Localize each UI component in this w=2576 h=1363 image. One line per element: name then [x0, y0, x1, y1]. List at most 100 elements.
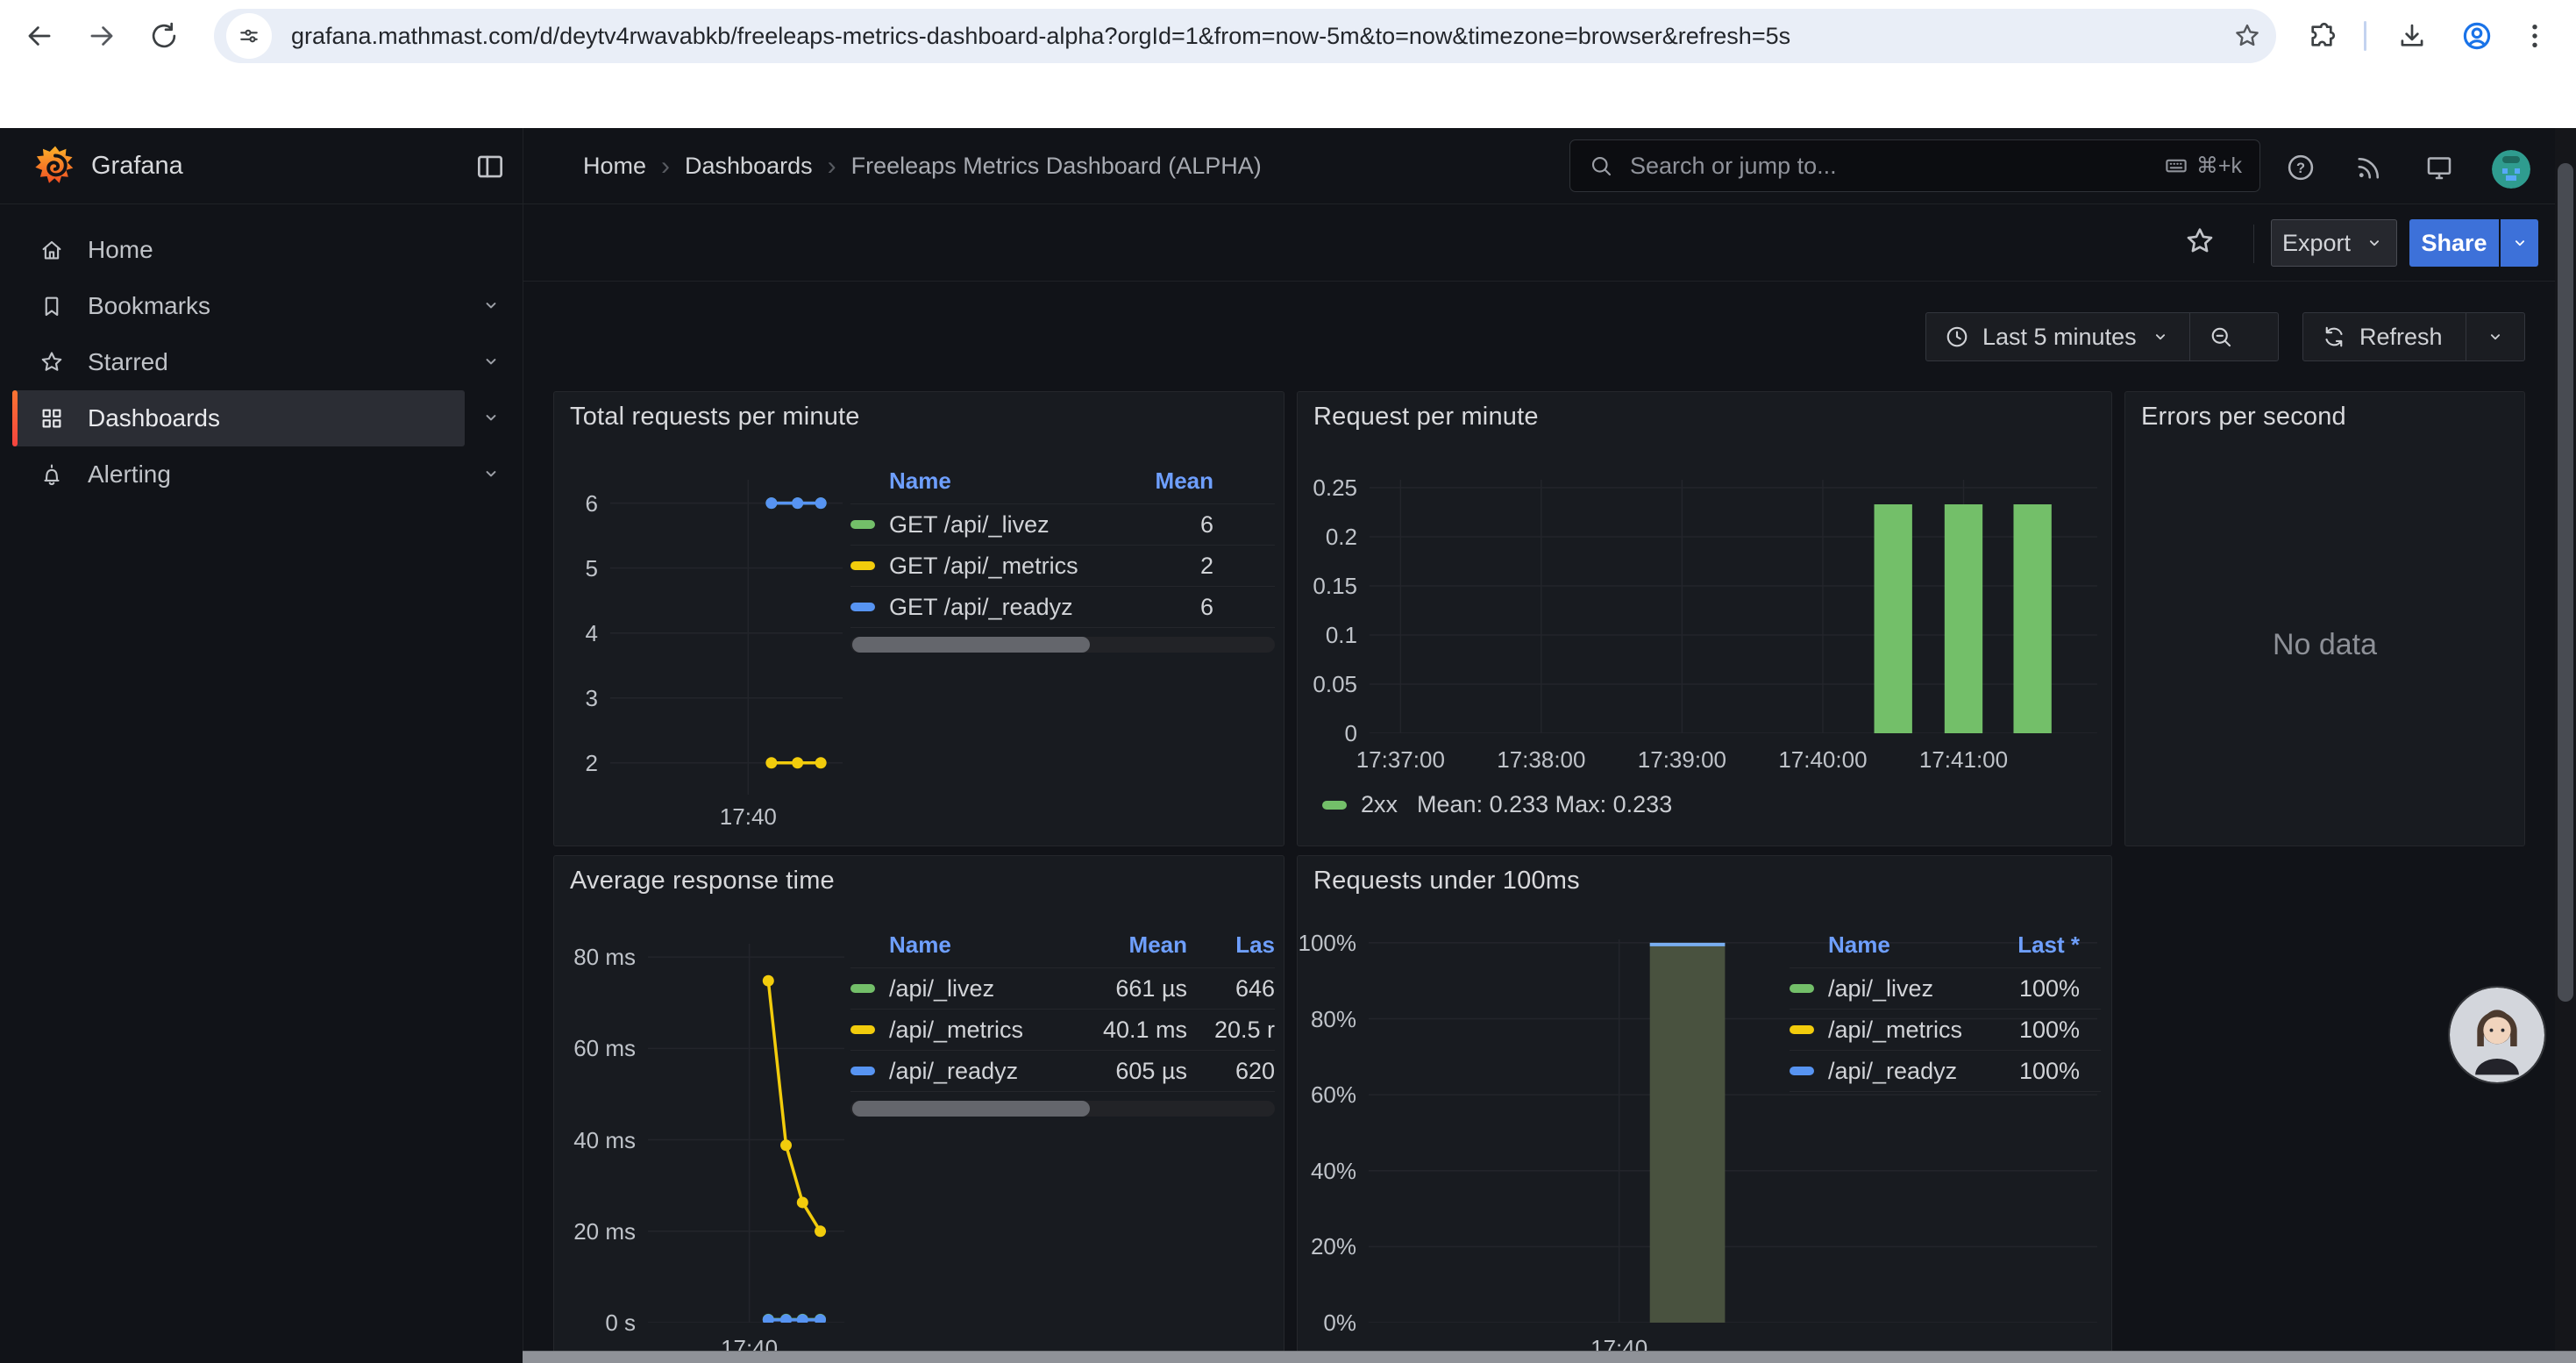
chevron-down-icon[interactable]	[479, 405, 503, 430]
breadcrumb-item[interactable]: Dashboards	[685, 153, 813, 180]
forward-icon[interactable]	[85, 19, 118, 53]
search-box[interactable]: ⌘+k	[1569, 139, 2260, 192]
download-icon[interactable]	[2395, 19, 2429, 53]
legend-scrollbar[interactable]	[850, 1101, 1275, 1117]
monitor-icon[interactable]	[2423, 152, 2455, 183]
legend-value: 620	[1187, 1058, 1275, 1085]
legend-scrollbar-thumb[interactable]	[852, 637, 1090, 653]
series-color-swatch	[1790, 984, 1814, 993]
bookmark-icon	[39, 293, 65, 319]
site-settings-icon[interactable]	[226, 13, 272, 59]
chart-plot[interactable]	[1370, 480, 2097, 733]
rss-icon[interactable]	[2353, 152, 2385, 183]
user-avatar[interactable]	[2492, 150, 2530, 189]
legend-column-last[interactable]: Last *	[1966, 931, 2080, 959]
legend-row[interactable]: GET /api/_metrics2	[850, 546, 1275, 587]
legend-value: 100%	[1966, 1017, 2080, 1044]
sidebar-item-dashboards[interactable]: Dashboards	[12, 390, 465, 446]
legend-table: NameMean GET /api/_livez6GET /api/_metric…	[850, 459, 1275, 653]
legend-column-las[interactable]: Las	[1187, 931, 1275, 959]
series-color-swatch	[850, 984, 875, 993]
legend-column-mean[interactable]: Mean	[1047, 931, 1187, 959]
breadcrumb-item[interactable]: Freeleaps Metrics Dashboard (ALPHA)	[851, 153, 1262, 180]
sidebar-item-home[interactable]: Home	[12, 222, 465, 278]
y-axis-tick: 3	[521, 684, 598, 712]
legend-series-name: /api/_readyz	[1790, 1058, 1966, 1085]
legend-row[interactable]: GET /api/_readyz6	[850, 587, 1275, 628]
legend-column-name[interactable]: Name	[850, 467, 1117, 495]
refresh-button[interactable]: Refresh	[2303, 313, 2466, 360]
legend-header: NameLast *	[1790, 923, 2101, 968]
legend-value: 2	[1117, 553, 1213, 580]
browser-toolbar: grafana.mathmast.com/d/deytv4rwavabkb/fr…	[0, 0, 2576, 72]
y-axis-tick: 0%	[1276, 1309, 1356, 1337]
apps-icon	[39, 405, 65, 432]
legend-row[interactable]: /api/_readyz605 µs620	[850, 1051, 1275, 1092]
search-input[interactable]	[1628, 152, 2163, 181]
legend-row[interactable]: /api/_metrics100%	[1790, 1010, 2101, 1051]
y-axis-tick: 0.2	[1280, 523, 1357, 551]
legend-row[interactable]: /api/_livez661 µs646	[850, 968, 1275, 1010]
refresh-label: Refresh	[2359, 324, 2443, 351]
horizontal-scrollbar[interactable]	[523, 1351, 2576, 1363]
x-axis-tick: 17:39:00	[1612, 746, 1752, 774]
grafana-logo[interactable]	[33, 145, 77, 189]
breadcrumb-item[interactable]: Home	[583, 153, 646, 180]
vertical-scrollbar-thumb[interactable]	[2558, 163, 2573, 1002]
legend-inline[interactable]: 2xxMean: 0.233 Max: 0.233	[1322, 791, 1672, 818]
legend-scrollbar[interactable]	[850, 637, 1275, 653]
no-data-message: No data	[2125, 445, 2524, 846]
legend-value: 6	[1117, 594, 1213, 621]
sidebar-toggle-icon[interactable]	[473, 150, 507, 183]
chevron-down-icon[interactable]	[479, 293, 503, 318]
share-button[interactable]: Share	[2409, 219, 2499, 267]
legend-row[interactable]: GET /api/_livez6	[850, 504, 1275, 546]
share-dropdown-button[interactable]	[2501, 219, 2538, 267]
export-button[interactable]: Export	[2271, 219, 2397, 267]
legend-row[interactable]: /api/_livez100%	[1790, 968, 2101, 1010]
breadcrumb-separator: ›	[828, 152, 836, 182]
x-axis-tick: 17:37:00	[1330, 746, 1470, 774]
floating-avatar[interactable]	[2450, 988, 2544, 1082]
legend-column-name[interactable]: Name	[850, 931, 1047, 959]
y-axis-tick: 5	[521, 554, 598, 582]
back-icon[interactable]	[23, 19, 56, 53]
panel-total-requests: Total requests per minute 6543217:40Name…	[553, 391, 1284, 846]
bookmark-star-icon[interactable]	[2232, 21, 2262, 51]
sidebar-item-bookmarks[interactable]: Bookmarks	[12, 278, 465, 334]
legend-value: 661 µs	[1047, 975, 1187, 1003]
refresh-interval-button[interactable]	[2466, 313, 2524, 360]
sidebar-item-starred[interactable]: Starred	[12, 334, 465, 390]
favorite-star-icon[interactable]	[2183, 225, 2217, 258]
chart-plot[interactable]	[610, 480, 843, 795]
brand-title: Grafana	[91, 152, 183, 181]
legend-row[interactable]: /api/_metrics40.1 ms20.5 r	[850, 1010, 1275, 1051]
sidebar-item-alerting[interactable]: Alerting	[12, 446, 465, 503]
time-range-picker[interactable]: Last 5 minutes	[1926, 313, 2189, 360]
legend-scrollbar-thumb[interactable]	[852, 1101, 1090, 1117]
x-axis-tick: 17:38:00	[1471, 746, 1612, 774]
legend-row[interactable]: /api/_readyz100%	[1790, 1051, 2101, 1092]
y-axis-tick: 6	[521, 489, 598, 517]
reload-icon[interactable]	[147, 19, 181, 53]
panel-errors-per-second: Errors per second No data	[2124, 391, 2525, 846]
chevron-down-icon[interactable]	[479, 349, 503, 374]
help-icon[interactable]: ?	[2285, 152, 2316, 183]
screen: grafana.mathmast.com/d/deytv4rwavabkb/fr…	[0, 0, 2576, 1363]
legend-table: NameLast */api/_livez100%/api/_metrics10…	[1790, 923, 2101, 1092]
url-bar[interactable]: grafana.mathmast.com/d/deytv4rwavabkb/fr…	[214, 9, 2276, 63]
profile-icon[interactable]	[2460, 19, 2494, 53]
legend-column-mean[interactable]: Mean	[1117, 467, 1213, 495]
panel-request-per-minute: Request per minute 0.250.20.150.10.05017…	[1297, 391, 2112, 846]
panel-title: Errors per second	[2141, 403, 2346, 432]
zoom-out-button[interactable]	[2190, 313, 2252, 360]
chart-plot[interactable]	[648, 944, 844, 1323]
chevron-down-icon	[479, 349, 503, 374]
url-text[interactable]: grafana.mathmast.com/d/deytv4rwavabkb/fr…	[291, 9, 2202, 63]
legend-column-name[interactable]: Name	[1790, 931, 1966, 959]
extensions-icon[interactable]	[2305, 19, 2338, 53]
chevron-down-icon[interactable]	[479, 461, 503, 486]
panel-title: Average response time	[570, 867, 835, 896]
legend-series-name: /api/_metrics	[1790, 1017, 1966, 1044]
menu-kebab-icon[interactable]	[2518, 19, 2551, 53]
